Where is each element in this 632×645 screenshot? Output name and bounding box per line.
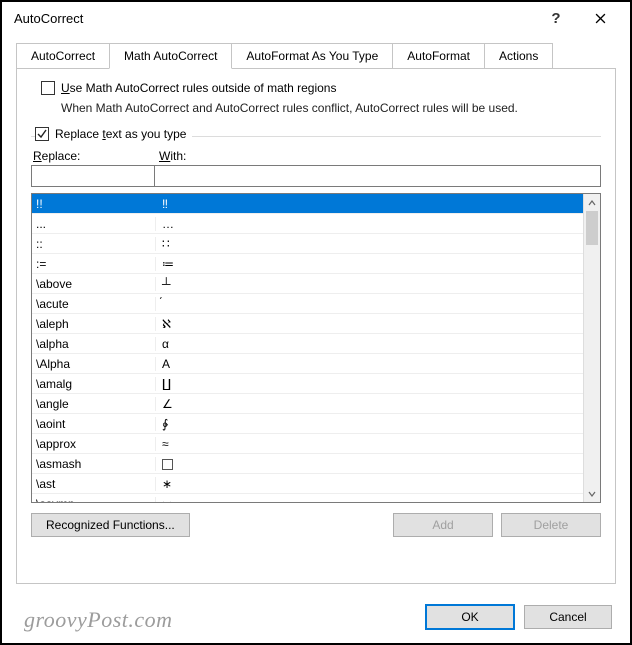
close-icon <box>595 13 606 24</box>
checkbox-use-outside-math[interactable] <box>41 81 55 95</box>
scroll-thumb[interactable] <box>586 211 598 245</box>
list-item[interactable]: \AlphaΑ <box>32 354 583 374</box>
list-item[interactable]: \alephℵ <box>32 314 583 334</box>
cell-with: ∳ <box>156 417 583 431</box>
column-headers: Replace: With: <box>31 149 601 163</box>
list-item[interactable]: \approx≈ <box>32 434 583 454</box>
scroll-down-button[interactable] <box>584 485 600 502</box>
cell-with: Α <box>156 357 583 371</box>
dialog-body: AutoCorrect Math AutoCorrect AutoFormat … <box>2 34 630 584</box>
cell-with: … <box>156 217 583 231</box>
cell-replace: \ast <box>32 477 156 491</box>
close-button[interactable] <box>578 4 622 32</box>
list-item[interactable]: ::∷ <box>32 234 583 254</box>
cell-replace: \above <box>32 277 156 291</box>
list-item[interactable]: !!‼ <box>32 194 583 214</box>
tab-autoformat-as-you-type[interactable]: AutoFormat As You Type <box>231 43 393 69</box>
ok-button[interactable]: OK <box>426 605 514 629</box>
scroll-track[interactable] <box>584 211 600 485</box>
cell-with: ∗ <box>156 477 583 491</box>
cell-replace: \asymp <box>32 497 156 503</box>
help-button[interactable]: ? <box>534 4 578 32</box>
cell-replace: := <box>32 257 156 271</box>
chevron-down-icon <box>588 490 596 498</box>
cell-replace: ... <box>32 217 156 231</box>
with-input[interactable] <box>155 166 600 186</box>
cell-replace: \alpha <box>32 337 156 351</box>
title-bar: AutoCorrect ? <box>2 2 630 34</box>
cell-with: ≍ <box>156 497 583 503</box>
cell-replace: \angle <box>32 397 156 411</box>
list-item[interactable]: \asmash <box>32 454 583 474</box>
recognized-functions-button[interactable]: Recognized Functions... <box>31 513 190 537</box>
tab-panel: Use Math AutoCorrect rules outside of ma… <box>16 68 616 584</box>
window-title: AutoCorrect <box>14 11 534 26</box>
cell-replace: \Alpha <box>32 357 156 371</box>
list-item[interactable]: \alphaα <box>32 334 583 354</box>
dialog-footer: OK Cancel <box>426 605 612 629</box>
cell-with: ∐ <box>156 377 583 391</box>
cell-with: ‼ <box>156 197 583 211</box>
cell-with: ┴ <box>156 277 583 291</box>
label-replace-as-you-type: Replace text as you type <box>55 127 186 141</box>
cell-replace: \aoint <box>32 417 156 431</box>
cell-with: ≈ <box>156 437 583 451</box>
replace-input[interactable] <box>32 166 155 186</box>
cell-replace: \aleph <box>32 317 156 331</box>
cancel-button[interactable]: Cancel <box>524 605 612 629</box>
tab-strip: AutoCorrect Math AutoCorrect AutoFormat … <box>16 42 616 68</box>
cell-with: ́ <box>156 297 583 311</box>
list-item[interactable]: \acuté <box>32 294 583 314</box>
checkmark-icon <box>37 129 47 139</box>
cell-with: ℵ <box>156 317 583 331</box>
cell-with: ≔ <box>156 257 583 271</box>
list-item[interactable]: \amalg∐ <box>32 374 583 394</box>
conflict-note: When Math AutoCorrect and AutoCorrect ru… <box>61 101 597 115</box>
scroll-up-button[interactable] <box>584 194 600 211</box>
scrollbar-vertical[interactable] <box>583 194 600 502</box>
cell-replace: \approx <box>32 437 156 451</box>
cell-replace: :: <box>32 237 156 251</box>
add-button[interactable]: Add <box>393 513 493 537</box>
list-item[interactable]: :=≔ <box>32 254 583 274</box>
tab-autoformat[interactable]: AutoFormat <box>392 43 485 69</box>
cell-with: α <box>156 337 583 351</box>
checkbox-replace-as-you-type[interactable] <box>35 127 49 141</box>
group-replace-as-you-type: Replace text as you type Replace: With: … <box>31 127 601 537</box>
tab-math-autocorrect[interactable]: Math AutoCorrect <box>109 43 232 69</box>
delete-button[interactable]: Delete <box>501 513 601 537</box>
replacements-list[interactable]: !!‼...…::∷:=≔\above┴\acuté\alephℵ\alpha… <box>31 193 601 503</box>
label-use-outside-math: Use Math AutoCorrect rules outside of ma… <box>61 81 336 95</box>
option-use-outside-math[interactable]: Use Math AutoCorrect rules outside of ma… <box>41 81 597 95</box>
list-item[interactable]: \ast∗ <box>32 474 583 494</box>
cell-replace: \acute <box>32 297 156 311</box>
tab-actions[interactable]: Actions <box>484 43 553 69</box>
cell-replace: !! <box>32 197 156 211</box>
cell-with: ∷ <box>156 237 583 251</box>
list-item[interactable]: \angle∠ <box>32 394 583 414</box>
watermark: groovyPost.com <box>24 607 173 633</box>
cell-replace: \amalg <box>32 377 156 391</box>
cell-with: ∠ <box>156 397 583 411</box>
tab-autocorrect[interactable]: AutoCorrect <box>16 43 110 69</box>
cell-with <box>156 457 583 471</box>
input-row <box>31 165 601 187</box>
panel-button-row: Recognized Functions... Add Delete <box>31 513 601 537</box>
header-replace: Replace: <box>31 149 155 163</box>
list-item[interactable]: \aoint∳ <box>32 414 583 434</box>
header-with: With: <box>155 149 601 163</box>
list-item[interactable]: ...… <box>32 214 583 234</box>
list-item[interactable]: \asymp≍ <box>32 494 583 502</box>
chevron-up-icon <box>588 199 596 207</box>
list-item[interactable]: \above┴ <box>32 274 583 294</box>
cell-replace: \asmash <box>32 457 156 471</box>
